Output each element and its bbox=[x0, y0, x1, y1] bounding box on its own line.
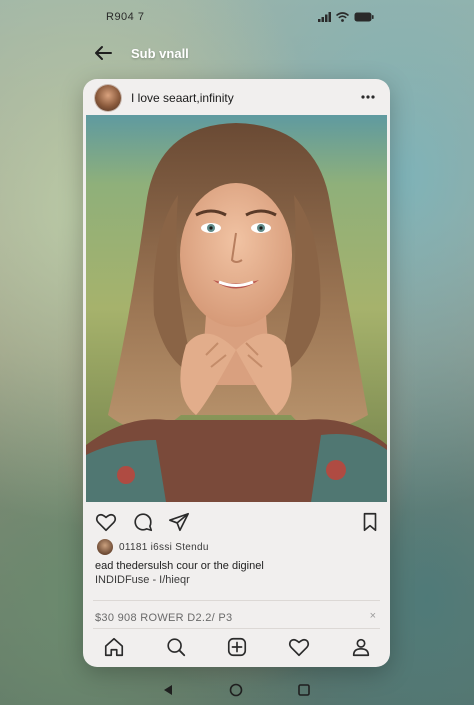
bottom-nav bbox=[83, 632, 390, 662]
recents-square-icon bbox=[298, 684, 310, 696]
divider bbox=[93, 628, 380, 629]
post-username[interactable]: I love seaart,infinity bbox=[131, 91, 234, 105]
bookmark-icon bbox=[363, 512, 377, 532]
home-circle-icon bbox=[229, 683, 243, 697]
bookmark-button[interactable] bbox=[359, 511, 381, 533]
back-triangle-icon bbox=[164, 685, 172, 695]
post-caption: ead thedersulsh cour or the diginel bbox=[95, 560, 264, 572]
promo-close-button[interactable]: × bbox=[370, 610, 376, 622]
home-icon bbox=[104, 637, 124, 657]
promo-text[interactable]: $30 908 ROWER D2.2/ P3 bbox=[95, 612, 232, 624]
battery-icon bbox=[354, 12, 374, 22]
post-caption-sub: INDIDFuse - I/hieqr bbox=[95, 574, 190, 586]
wifi-icon bbox=[336, 12, 349, 22]
post-card: I love seaart,infinity 01181 i6ssi Stend… bbox=[83, 79, 390, 667]
system-home-button[interactable] bbox=[229, 683, 243, 697]
add-post-icon bbox=[227, 637, 247, 657]
likes-text: 01181 i6ssi Stendu bbox=[119, 541, 209, 553]
back-button[interactable] bbox=[92, 42, 114, 64]
nav-home[interactable] bbox=[103, 636, 125, 658]
system-nav bbox=[0, 676, 474, 704]
nav-search[interactable] bbox=[165, 636, 187, 658]
activity-heart-icon bbox=[288, 638, 310, 657]
more-options-button[interactable] bbox=[360, 89, 376, 105]
search-icon bbox=[167, 638, 186, 657]
heart-icon bbox=[95, 513, 117, 532]
likes-row[interactable]: 01181 i6ssi Stendu bbox=[97, 539, 209, 555]
back-arrow-icon bbox=[95, 46, 112, 60]
liker-avatar bbox=[97, 539, 113, 555]
more-dots-icon bbox=[361, 95, 375, 99]
signal-icon bbox=[318, 12, 331, 22]
system-back-button[interactable] bbox=[161, 683, 175, 697]
post-actions bbox=[83, 507, 390, 537]
comment-icon bbox=[134, 513, 153, 532]
post-photo[interactable] bbox=[86, 115, 387, 502]
share-icon bbox=[169, 512, 189, 532]
status-icons bbox=[318, 12, 374, 22]
status-bar: R904 7 bbox=[0, 0, 474, 34]
profile-icon bbox=[352, 638, 370, 657]
nav-activity[interactable] bbox=[288, 636, 310, 658]
status-time: R904 7 bbox=[106, 11, 145, 23]
post-header: I love seaart,infinity bbox=[83, 79, 390, 115]
system-recents-button[interactable] bbox=[297, 683, 311, 697]
comment-button[interactable] bbox=[132, 511, 154, 533]
app-header: Sub vnall bbox=[80, 36, 394, 70]
nav-profile[interactable] bbox=[350, 636, 372, 658]
divider bbox=[93, 600, 380, 601]
portrait-illustration bbox=[86, 115, 387, 502]
share-button[interactable] bbox=[168, 511, 190, 533]
like-button[interactable] bbox=[95, 511, 117, 533]
page-title: Sub vnall bbox=[131, 46, 189, 61]
avatar[interactable] bbox=[95, 85, 121, 111]
nav-add-post[interactable] bbox=[226, 636, 248, 658]
